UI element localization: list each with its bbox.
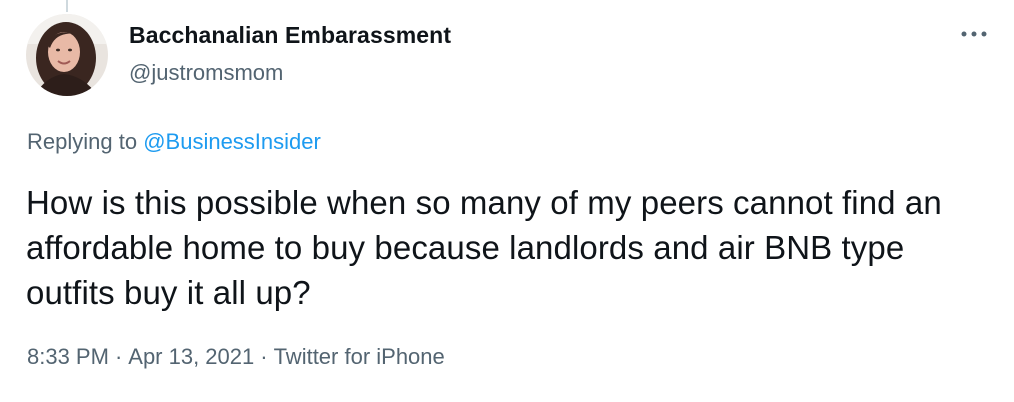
author-handle[interactable]: @justromsmom <box>129 60 283 86</box>
avatar[interactable] <box>26 14 108 96</box>
meta-separator: · <box>260 344 268 369</box>
more-options-icon <box>961 31 987 37</box>
meta-separator: · <box>114 344 123 369</box>
tweet-metadata: 8:33 PM · Apr 13, 2021 · Twitter for iPhone <box>27 344 445 370</box>
reply-context: Replying to @BusinessInsider <box>27 129 321 155</box>
author-display-name[interactable]: Bacchanalian Embarassment <box>129 22 451 49</box>
tweet-text: How is this possible when so many of my … <box>26 184 942 311</box>
avatar-image <box>26 14 108 96</box>
reply-context-prefix: Replying to <box>27 129 138 154</box>
thread-connector-line <box>66 0 68 12</box>
tweet-time[interactable]: 8:33 PM <box>27 344 109 369</box>
tweet-date[interactable]: Apr 13, 2021 <box>128 344 254 369</box>
more-options-button[interactable] <box>956 24 992 44</box>
reply-mention-link[interactable]: @BusinessInsider <box>143 129 321 154</box>
tweet-client[interactable]: Twitter for iPhone <box>274 344 445 369</box>
